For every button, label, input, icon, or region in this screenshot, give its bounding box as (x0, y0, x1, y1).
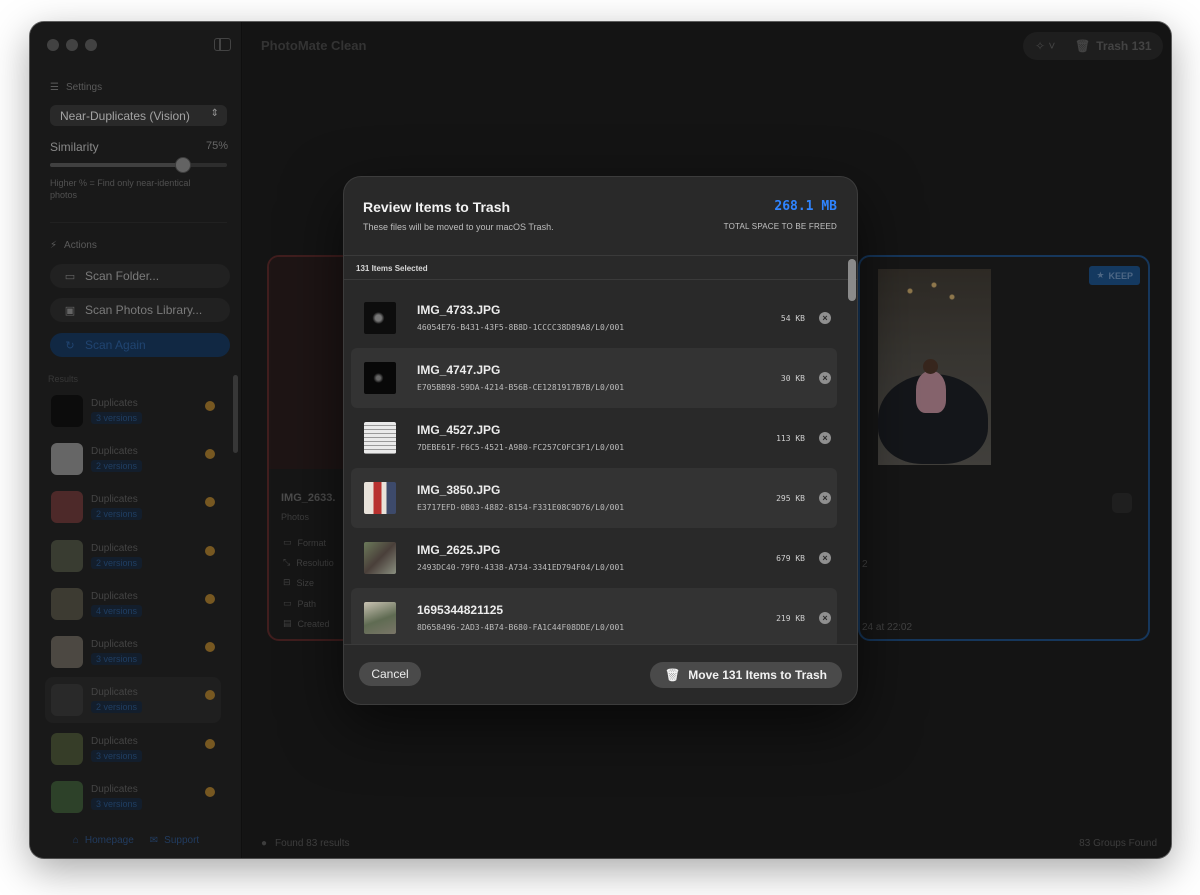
item-thumbnail (364, 602, 396, 634)
remove-item-icon[interactable]: × (819, 432, 831, 444)
dialog-scrollbar[interactable] (848, 259, 856, 301)
trash-icon: 🗑 (665, 668, 681, 682)
dialog-divider (344, 279, 857, 280)
remove-item-icon[interactable]: × (819, 552, 831, 564)
trash-item-row[interactable]: IMG_3850.JPG E3717EFD-0B03-4882-8154-F33… (351, 468, 837, 528)
remove-item-icon[interactable]: × (819, 492, 831, 504)
item-thumbnail (364, 422, 396, 454)
trash-item-row[interactable]: IMG_4733.JPG 46054E76-B431-43F5-8B8D-1CC… (351, 288, 837, 348)
review-trash-dialog: Review Items to Trash These files will b… (343, 176, 858, 705)
move-to-trash-button[interactable]: 🗑 Move 131 Items to Trash (650, 662, 842, 688)
total-size-label: TOTAL SPACE TO BE FREED (723, 222, 837, 231)
item-thumbnail (364, 302, 396, 334)
remove-item-icon[interactable]: × (819, 612, 831, 624)
dialog-title: Review Items to Trash (363, 199, 511, 215)
trash-item-row[interactable]: IMG_2625.JPG 2493DC40-79F0-4338-A734-334… (351, 528, 837, 588)
trash-item-row[interactable]: IMG_4747.JPG E705BB98-59DA-4214-B56B-CE1… (351, 348, 837, 408)
trash-item-row[interactable]: IMG_4527.JPG 7DEBE61F-F6C5-4521-A980-FC2… (351, 408, 837, 468)
total-size: 268.1 MB (774, 199, 837, 214)
dialog-subtitle: These files will be moved to your macOS … (363, 222, 554, 232)
selected-count: 131 Items Selected (356, 264, 428, 273)
trash-item-row[interactable]: 1695344821125 8D658496-2AD3-4B74-B680-FA… (351, 588, 837, 644)
remove-item-icon[interactable]: × (819, 372, 831, 384)
dialog-divider (344, 255, 857, 256)
cancel-button[interactable]: Cancel (359, 662, 421, 686)
item-thumbnail (364, 482, 396, 514)
trash-items-list: IMG_4733.JPG 46054E76-B431-43F5-8B8D-1CC… (351, 288, 837, 644)
dialog-divider (344, 644, 857, 645)
item-thumbnail (364, 542, 396, 574)
remove-item-icon[interactable]: × (819, 312, 831, 324)
item-thumbnail (364, 362, 396, 394)
